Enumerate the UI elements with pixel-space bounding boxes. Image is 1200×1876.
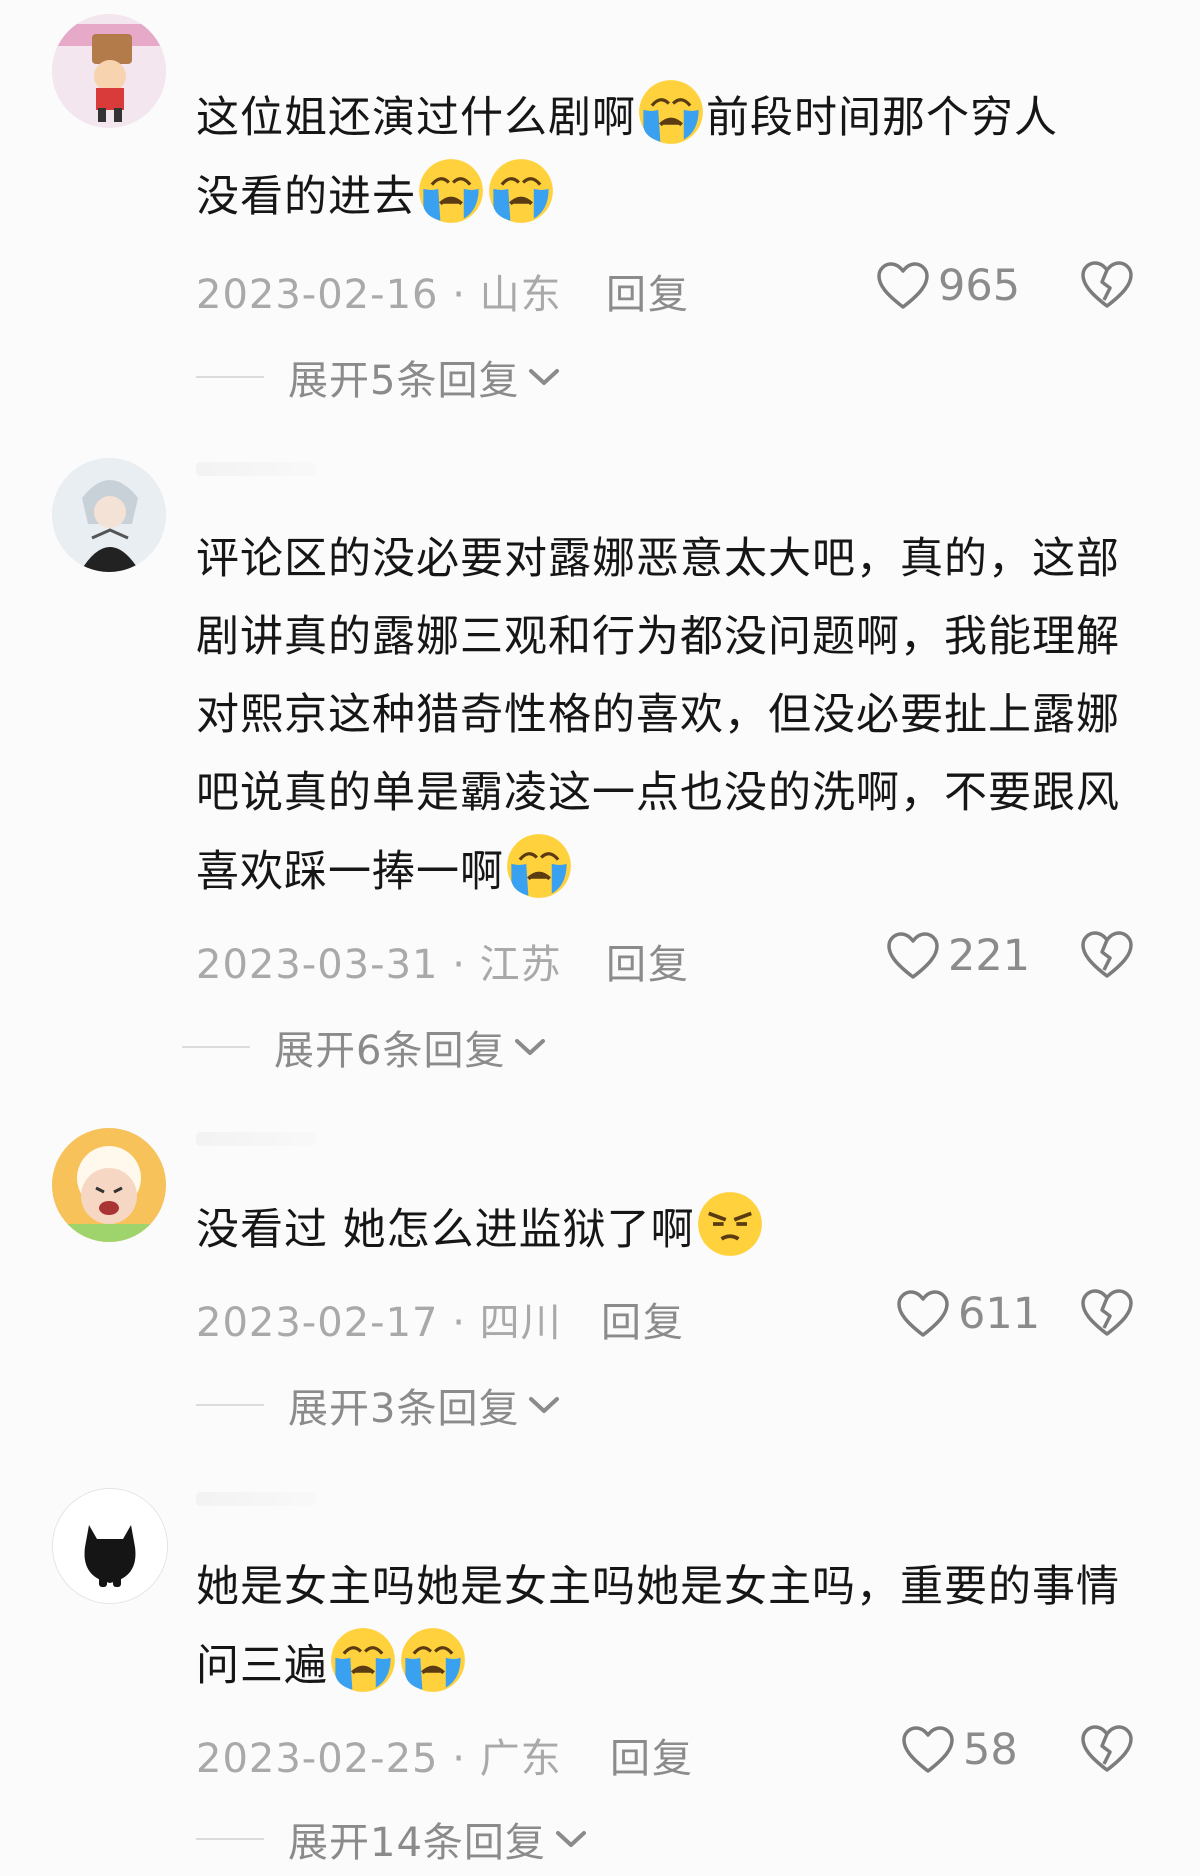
heart-outline-icon: [901, 1725, 955, 1775]
like-button[interactable]: 58: [901, 1720, 1018, 1780]
reply-button[interactable]: 回复: [610, 1726, 694, 1784]
comment-date-location: 2023-02-16 · 山东: [196, 272, 562, 318]
like-count: 965: [938, 261, 1021, 311]
expand-replies-button[interactable]: 展开6条回复: [182, 1022, 547, 1074]
comment-meta: 2023-02-16 · 山东 回复 965: [196, 256, 1156, 318]
dislike-button[interactable]: [1080, 930, 1134, 980]
like-count: 611: [958, 1289, 1041, 1339]
username-placeholder: [196, 462, 316, 476]
chevron-down-icon: [513, 1036, 547, 1058]
avatar[interactable]: [52, 14, 166, 128]
crying-emoji-icon: [505, 832, 573, 900]
avatar[interactable]: [52, 1128, 166, 1242]
comment-text: 她是女主吗她是女主吗她是女主吗，重要的事情问三遍: [196, 1548, 1156, 1705]
username-placeholder: [196, 1132, 316, 1146]
heart-outline-icon: [886, 931, 940, 981]
broken-heart-icon: [1080, 260, 1134, 310]
expand-replies-button[interactable]: 展开3条回复: [196, 1380, 561, 1432]
like-count: 221: [948, 931, 1031, 981]
black-cat-avatar-icon: [53, 1489, 167, 1603]
anime-boy-avatar-icon: [52, 458, 166, 572]
like-button[interactable]: 965: [876, 256, 1020, 316]
comment-date-location: 2023-03-31 · 江苏: [196, 942, 562, 988]
like-count: 58: [963, 1725, 1018, 1775]
divider-line: [182, 1046, 250, 1048]
dislike-button[interactable]: [1080, 1288, 1134, 1338]
annoyed-emoji-icon: [696, 1190, 764, 1258]
heart-outline-icon: [876, 261, 930, 311]
crying-emoji-icon: [487, 157, 555, 225]
crying-emoji-icon: [399, 1626, 467, 1694]
crying-emoji-icon: [637, 78, 705, 146]
broken-heart-icon: [1080, 1288, 1134, 1338]
dislike-button[interactable]: [1080, 260, 1134, 310]
comment-meta: 2023-02-17 · 四川 回复 611: [196, 1284, 1156, 1346]
broken-heart-icon: [1080, 1724, 1134, 1774]
cartoon-girl-avatar-icon: [52, 14, 166, 128]
broken-heart-icon: [1080, 930, 1134, 980]
reply-button[interactable]: 回复: [606, 262, 690, 320]
chevron-down-icon: [527, 1394, 561, 1416]
comment-meta: 2023-03-31 · 江苏 回复 221: [196, 926, 1156, 988]
chevron-down-icon: [554, 1828, 588, 1850]
like-button[interactable]: 221: [886, 926, 1030, 986]
comment-text: 没看过 她怎么进监狱了啊: [196, 1190, 1156, 1269]
divider-line: [196, 1404, 264, 1406]
reply-button[interactable]: 回复: [601, 1290, 685, 1348]
reply-button[interactable]: 回复: [606, 932, 690, 990]
comment-date-location: 2023-02-17 · 四川: [196, 1300, 562, 1346]
comment-date-location: 2023-02-25 · 广东: [196, 1736, 562, 1782]
expand-replies-button[interactable]: 展开5条回复: [196, 352, 561, 404]
divider-line: [196, 1838, 264, 1840]
expand-replies-button[interactable]: 展开14条回复: [196, 1814, 588, 1866]
crying-emoji-icon: [417, 157, 485, 225]
comment-text: 这位姐还演过什么剧啊 前段时间那个穷人 没看的进去: [196, 78, 1156, 236]
chevron-down-icon: [527, 366, 561, 388]
comment-text: 评论区的没必要对露娜恶意太大吧，真的，这部剧讲真的露娜三观和行为都没问题啊，我能…: [196, 520, 1156, 911]
username-placeholder: [196, 1492, 316, 1506]
avatar[interactable]: [52, 1488, 168, 1604]
avatar[interactable]: [52, 458, 166, 572]
cartoon-sheep-avatar-icon: [52, 1128, 166, 1242]
comment-meta: 2023-02-25 · 广东 回复 58: [196, 1720, 1156, 1782]
divider-line: [196, 376, 264, 378]
crying-emoji-icon: [329, 1626, 397, 1694]
like-button[interactable]: 611: [896, 1284, 1040, 1344]
heart-outline-icon: [896, 1289, 950, 1339]
dislike-button[interactable]: [1080, 1724, 1134, 1774]
